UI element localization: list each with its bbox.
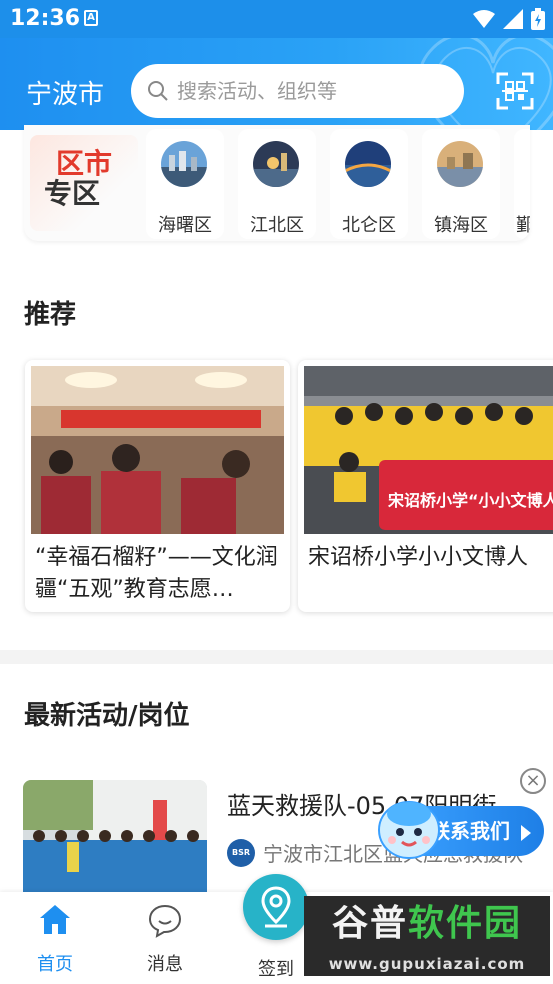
checkin-button[interactable]: [243, 874, 309, 940]
mascot-icon: [378, 801, 440, 859]
wifi-icon: [473, 10, 495, 28]
nav-home[interactable]: 首页: [0, 892, 110, 984]
district-zone-title[interactable]: 区市 专区: [36, 149, 136, 209]
latest-title: 最新活动/岗位: [24, 701, 190, 731]
site-watermark: 谷普软件园 www.gupuxiazai.com: [304, 896, 550, 980]
app-header: 宁波市: [0, 38, 553, 130]
activity-photo[interactable]: [23, 780, 207, 892]
district-zone: 区市 专区 海曙区 江北区 北仑区 镇海区 鄞: [24, 125, 530, 241]
location-pin-icon: [261, 886, 291, 928]
search-input[interactable]: [177, 72, 447, 110]
home-icon: [40, 905, 70, 934]
city-selector[interactable]: 宁波市: [26, 74, 104, 111]
checkin-label: 签到: [258, 959, 294, 980]
play-arrow-icon: [520, 824, 531, 841]
nav-messages[interactable]: 消息: [110, 892, 220, 984]
battery-icon: [531, 8, 545, 30]
district-photo: [529, 141, 530, 187]
district-photo: [345, 141, 391, 187]
status-bar: 12:36 A: [0, 0, 553, 38]
district-item-jiangbei[interactable]: 江北区: [238, 129, 316, 239]
svg-text:宋诏桥小学“小小文博人: 宋诏桥小学“小小文博人: [387, 491, 553, 510]
recommend-card[interactable]: “幸福石榴籽”——文化润疆“五观”教育志愿…: [25, 360, 290, 612]
district-photo: [161, 141, 207, 187]
section-divider: [0, 650, 553, 664]
district-photo: [437, 141, 483, 187]
watermark-url: www.gupuxiazai.com: [304, 952, 550, 976]
system-icons: [473, 8, 545, 30]
search-bar[interactable]: [131, 64, 464, 118]
district-photo: [253, 141, 299, 187]
recommend-card-caption: 宋诏桥小学小小文博人: [308, 545, 529, 570]
recommend-card[interactable]: 宋诏桥小学“小小文博人 宋诏桥小学小小文博人: [298, 360, 553, 612]
search-icon: [148, 81, 168, 101]
status-time: 12:36: [10, 6, 81, 31]
sim-icon: A: [84, 10, 98, 26]
recommend-card-caption: “幸福石榴籽”——文化润疆“五观”教育志愿…: [35, 545, 278, 602]
district-item-haishu[interactable]: 海曙区: [146, 129, 224, 239]
organization-logo-icon: BSR: [227, 838, 255, 867]
chat-bubble-icon: [148, 904, 182, 938]
district-item-yinzhou[interactable]: 鄞: [514, 129, 530, 239]
recommend-card-photo: [31, 366, 284, 534]
recommend-card-photo: 宋诏桥小学“小小文博人: [304, 366, 553, 534]
close-float-button[interactable]: ×: [520, 768, 546, 794]
watermark-title: 谷普软件园: [304, 896, 550, 952]
contact-us-button[interactable]: 联系我们: [378, 800, 544, 862]
district-item-beilun[interactable]: 北仑区: [330, 129, 408, 239]
signal-icon: [503, 9, 523, 29]
scan-qr-icon[interactable]: [496, 72, 534, 110]
recommend-title: 推荐: [24, 300, 77, 330]
